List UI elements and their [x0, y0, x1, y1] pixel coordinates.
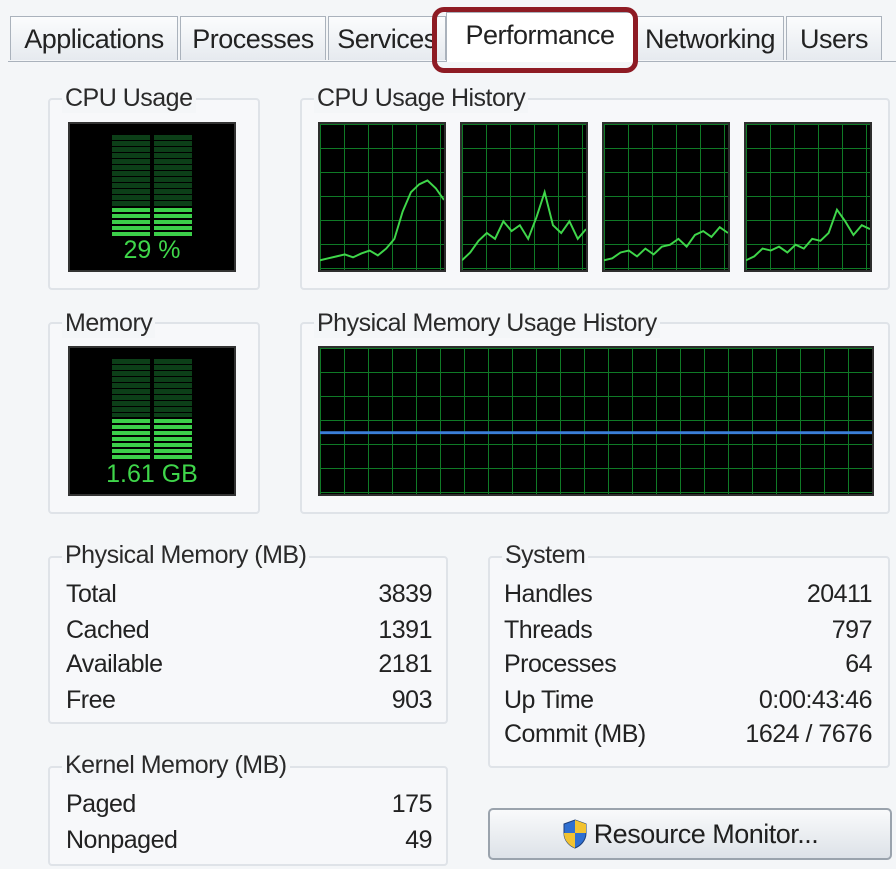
row-label: Paged	[66, 790, 136, 818]
tab-processes[interactable]: Processes	[180, 16, 326, 60]
cpu-usage-value: 29 %	[123, 236, 181, 264]
physical-memory-row: Cached 1391	[66, 616, 432, 646]
row-value: 64	[845, 650, 872, 678]
row-value: 1391	[378, 616, 432, 644]
physical-memory-row: Available 2181	[66, 650, 432, 680]
row-value: 3839	[378, 580, 432, 608]
row-label: Handles	[504, 580, 593, 608]
tab-applications[interactable]: Applications	[10, 16, 178, 60]
memory-label: Memory	[62, 309, 156, 338]
uac-shield-icon	[563, 819, 587, 849]
memory-history-graph	[318, 346, 874, 496]
memory-meter: 1.61 GB	[68, 346, 236, 496]
row-label: Free	[66, 686, 116, 714]
cpu-history-trace	[320, 179, 444, 262]
physical-memory-row: Free 903	[66, 686, 433, 716]
system-row: Threads 797	[504, 616, 873, 646]
cpu-history-trace	[462, 188, 586, 261]
tab-networking[interactable]: Networking	[636, 16, 784, 60]
cpu-history-trace	[746, 207, 870, 262]
physical-memory-label: Physical Memory (MB)	[62, 541, 310, 570]
kernel-memory-row: Nonpaged 49	[66, 826, 432, 856]
row-label: Up Time	[504, 686, 594, 714]
cpu-usage-label: CPU Usage	[62, 84, 196, 113]
cpu-core-2-graph	[460, 122, 588, 272]
memory-meter-column-right	[154, 358, 192, 460]
row-value: 1624 / 7676	[745, 720, 872, 748]
cpu-core-1-graph	[318, 122, 446, 272]
row-label: Commit (MB)	[504, 720, 646, 748]
row-value: 49	[405, 826, 432, 854]
row-value: 20411	[806, 580, 873, 608]
resource-monitor-label: Resource Monitor...	[593, 818, 819, 849]
row-label: Total	[66, 580, 117, 608]
resource-monitor-button[interactable]: Resource Monitor...	[488, 808, 892, 860]
row-label: Cached	[66, 616, 150, 644]
tab-users[interactable]: Users	[786, 16, 882, 60]
system-label: System	[502, 541, 589, 570]
row-value: 2181	[378, 650, 432, 678]
row-value: 175	[391, 790, 433, 818]
row-label: Processes	[504, 650, 617, 678]
kernel-memory-row: Paged 175	[66, 790, 433, 820]
row-value: 903	[391, 686, 433, 714]
cpu-core-4-graph	[744, 122, 872, 272]
cpu-history-trace	[604, 225, 728, 262]
row-value: 0:00:43:46	[758, 686, 873, 714]
system-row: Commit (MB) 1624 / 7676	[504, 720, 872, 750]
row-label: Available	[66, 650, 163, 678]
row-label: Nonpaged	[66, 826, 178, 854]
cpu-usage-meter: 29 %	[68, 122, 236, 272]
physical-memory-row: Total 3839	[66, 580, 432, 610]
row-label: Threads	[504, 616, 593, 644]
memory-history-label: Physical Memory Usage History	[314, 309, 660, 338]
system-row: Handles 20411	[504, 580, 873, 610]
performance-tab-highlight	[432, 7, 638, 73]
tab-services[interactable]: Services	[328, 16, 446, 60]
row-value: 797	[831, 616, 873, 644]
cpu-meter-column-right	[154, 134, 192, 236]
kernel-memory-label: Kernel Memory (MB)	[62, 751, 290, 780]
cpu-meter-column-left	[112, 134, 150, 236]
cpu-history-label: CPU Usage History	[314, 84, 529, 113]
memory-value: 1.61 GB	[106, 460, 198, 488]
system-row: Up Time 0:00:43:46	[504, 686, 873, 716]
system-row: Processes 64	[504, 650, 872, 680]
cpu-core-3-graph	[602, 122, 730, 272]
memory-meter-column-left	[112, 358, 150, 460]
